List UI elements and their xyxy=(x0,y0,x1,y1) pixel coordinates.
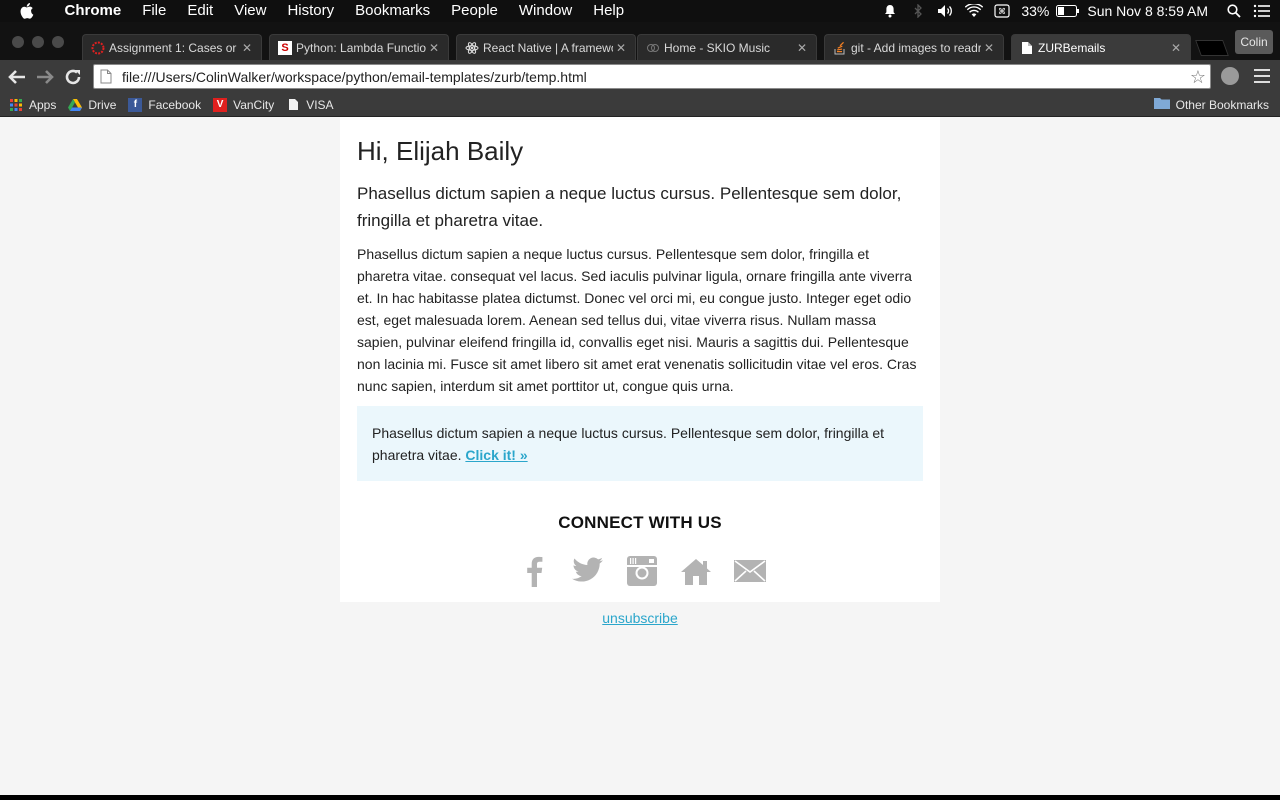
tab-title: ZURBemails xyxy=(1038,41,1106,55)
window-controls xyxy=(12,36,64,48)
instagram-icon[interactable] xyxy=(626,555,658,587)
document-icon xyxy=(1020,41,1034,55)
mail-icon[interactable] xyxy=(734,555,766,587)
callout-text: Phasellus dictum sapien a neque luctus c… xyxy=(372,425,885,463)
bookmark-drive[interactable]: Drive xyxy=(68,98,116,112)
bookmark-apps[interactable]: Apps xyxy=(9,98,56,112)
bookmark-label: VanCity xyxy=(233,97,275,112)
tab-zurbemails[interactable]: ZURBemails ✕ xyxy=(1011,34,1191,61)
notification-center-icon[interactable] xyxy=(1248,4,1276,18)
body-paragraph: Phasellus dictum sapien a neque luctus c… xyxy=(357,246,917,394)
tab-react-native[interactable]: React Native | A framewo ✕ xyxy=(456,34,636,60)
connect-heading: CONNECT WITH US xyxy=(558,513,722,532)
document-icon xyxy=(286,98,300,112)
callout-link[interactable]: Click it! » xyxy=(465,447,527,463)
window-bottom-edge xyxy=(0,795,1280,800)
react-atom-icon xyxy=(465,41,479,55)
minimize-window-button[interactable] xyxy=(32,36,44,48)
home-icon[interactable] xyxy=(680,555,712,587)
bookmark-label: Apps xyxy=(29,97,57,112)
url-text[interactable]: file:///Users/ColinWalker/workspace/pyth… xyxy=(122,69,587,85)
social-icons xyxy=(518,555,766,587)
menu-help[interactable]: Help xyxy=(583,0,635,22)
menu-bookmarks[interactable]: Bookmarks xyxy=(345,0,441,22)
bookmark-vancity[interactable]: V VanCity xyxy=(213,97,275,112)
tab-close-icon[interactable]: ✕ xyxy=(794,41,810,55)
tab-git-images[interactable]: git - Add images to readr ✕ xyxy=(824,34,1004,60)
volume-icon[interactable] xyxy=(932,4,960,18)
keyboard-input-icon[interactable]: ⌘ xyxy=(988,4,1016,18)
apps-grid-icon xyxy=(9,98,23,112)
new-tab-button[interactable] xyxy=(1195,40,1229,56)
svg-text:⌘: ⌘ xyxy=(998,7,1006,16)
tab-assignment[interactable]: Assignment 1: Cases or ✕ xyxy=(82,34,262,60)
extension-shield-icon[interactable] xyxy=(1221,67,1239,85)
menu-file[interactable]: File xyxy=(132,0,177,22)
other-bookmarks[interactable]: Other Bookmarks xyxy=(1153,97,1269,112)
menu-edit[interactable]: Edit xyxy=(177,0,224,22)
bluetooth-icon[interactable] xyxy=(904,4,932,18)
macos-menu-bar: Chrome File Edit View History Bookmarks … xyxy=(0,0,1280,22)
apple-logo-icon[interactable] xyxy=(0,3,54,19)
notification-bell-icon[interactable] xyxy=(876,4,904,18)
zoom-window-button[interactable] xyxy=(52,36,64,48)
unsubscribe-link[interactable]: unsubscribe xyxy=(0,610,1280,626)
tab-close-icon[interactable]: ✕ xyxy=(981,41,997,55)
tab-title: git - Add images to readr xyxy=(851,40,981,55)
facebook-icon: f xyxy=(128,97,143,112)
greeting-heading: Hi, Elijah Baily xyxy=(357,136,524,166)
page-viewport: Hi, Elijah Baily Phasellus dictum sapien… xyxy=(0,117,1280,795)
clock[interactable]: Sun Nov 8 8:59 AM xyxy=(1082,3,1220,19)
tab-close-icon[interactable]: ✕ xyxy=(426,41,442,55)
reload-icon[interactable] xyxy=(59,63,87,91)
bookmarks-bar: Apps Drive f Facebook V VanCity VISA Oth… xyxy=(0,93,1280,117)
tab-close-icon[interactable]: ✕ xyxy=(1168,41,1184,55)
address-bar[interactable]: file:///Users/ColinWalker/workspace/pyth… xyxy=(93,64,1211,89)
menu-people[interactable]: People xyxy=(441,0,509,22)
forward-arrow-icon[interactable] xyxy=(31,63,59,91)
page-icon xyxy=(100,69,114,85)
tab-close-icon[interactable]: ✕ xyxy=(239,41,255,55)
twitter-icon[interactable] xyxy=(572,555,604,587)
callout-panel: Phasellus dictum sapien a neque luctus c… xyxy=(357,406,923,481)
menu-window[interactable]: Window xyxy=(508,0,582,22)
red-ring-icon xyxy=(91,41,105,55)
chrome-menu-icon[interactable] xyxy=(1254,69,1270,87)
browser-toolbar: file:///Users/ColinWalker/workspace/pyth… xyxy=(0,60,1280,93)
wifi-icon[interactable] xyxy=(960,4,988,18)
tab-title: Assignment 1: Cases or xyxy=(109,40,237,55)
tab-strip: Assignment 1: Cases or ✕ S Python: Lambd… xyxy=(0,22,1280,61)
menu-history[interactable]: History xyxy=(277,0,345,22)
s-logo-icon: S xyxy=(278,40,292,55)
folder-icon xyxy=(1153,97,1170,112)
facebook-icon[interactable] xyxy=(518,555,550,587)
drive-icon xyxy=(68,98,83,112)
close-window-button[interactable] xyxy=(12,36,24,48)
profile-button[interactable]: Colin xyxy=(1235,30,1273,54)
tab-title: Home - SKIO Music xyxy=(664,40,771,55)
tab-skio-music[interactable]: Home - SKIO Music ✕ xyxy=(637,34,817,60)
other-bookmarks-label: Other Bookmarks xyxy=(1175,97,1269,112)
menu-view[interactable]: View xyxy=(224,0,277,22)
tab-title: React Native | A framewo xyxy=(483,40,613,55)
tab-python-lambda[interactable]: S Python: Lambda Functio ✕ xyxy=(269,34,449,60)
bookmark-star-icon[interactable]: ☆ xyxy=(1190,67,1206,88)
menu-app-name[interactable]: Chrome xyxy=(54,0,132,22)
battery-icon[interactable] xyxy=(1054,5,1082,17)
bookmark-facebook[interactable]: f Facebook xyxy=(128,97,202,112)
bookmark-label: VISA xyxy=(306,97,334,112)
bookmark-label: Drive xyxy=(88,97,117,112)
lead-paragraph: Phasellus dictum sapien a neque luctus c… xyxy=(357,184,902,230)
battery-percentage: 33% xyxy=(1021,3,1050,19)
email-container: Hi, Elijah Baily Phasellus dictum sapien… xyxy=(340,117,940,602)
vancity-icon: V xyxy=(213,97,228,112)
spotlight-search-icon[interactable] xyxy=(1220,4,1248,18)
bookmark-visa[interactable]: VISA xyxy=(286,97,334,112)
skio-icon xyxy=(646,41,660,55)
bookmark-label: Facebook xyxy=(148,97,202,112)
tab-title: Python: Lambda Functio xyxy=(296,40,426,55)
back-arrow-icon[interactable] xyxy=(3,63,31,91)
tab-close-icon[interactable]: ✕ xyxy=(613,41,629,55)
stackoverflow-icon xyxy=(833,41,847,55)
